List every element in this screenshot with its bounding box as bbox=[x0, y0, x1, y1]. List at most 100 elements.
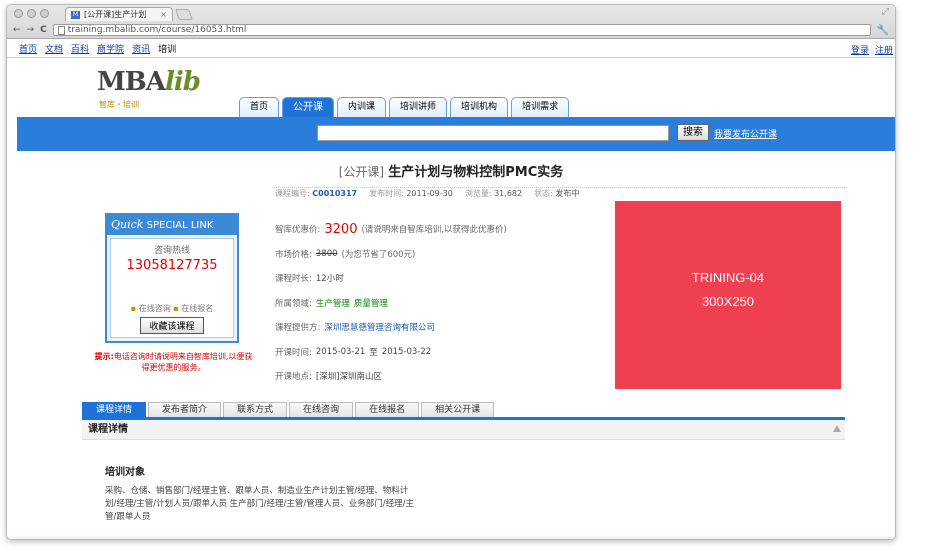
duration-label: 课程时长: bbox=[275, 274, 312, 285]
time-end: 2015-03-22 bbox=[381, 346, 432, 357]
topnav-wiki[interactable]: 百科 bbox=[71, 42, 89, 55]
tab-demands[interactable]: 培训需求 bbox=[511, 97, 570, 117]
browser-window: M [公开课]生产计划 × ⤢ ← → C training.mbalib.co… bbox=[6, 4, 896, 540]
course-title: 生产计划与物料控制PMC实务 bbox=[388, 165, 564, 180]
field-link-production[interactable]: 生产管理 bbox=[316, 297, 350, 309]
window-bottom-edge bbox=[7, 534, 895, 539]
ad-banner[interactable]: TRINING-04 300X250 bbox=[615, 201, 841, 389]
course-code: C0010317 bbox=[312, 189, 358, 198]
date-label: 发布时间: bbox=[369, 189, 404, 198]
online-signup-link[interactable]: 在线报名 bbox=[181, 304, 213, 313]
register-link[interactable]: 注册 bbox=[875, 43, 893, 56]
bullet-icon: ▪ bbox=[130, 304, 137, 313]
logo-sub: 智库・培训 bbox=[99, 100, 139, 109]
collect-course-button[interactable]: 收藏该课程 bbox=[140, 317, 204, 334]
market-price: 3800 bbox=[315, 248, 338, 259]
price-value: 3200 bbox=[324, 221, 358, 237]
fullscreen-icon[interactable]: ⤢ bbox=[882, 7, 889, 17]
tab-institutions[interactable]: 培训机构 bbox=[450, 97, 509, 117]
place-label: 开课地点: bbox=[275, 372, 312, 383]
tab-internal-course[interactable]: 内训课 bbox=[337, 97, 387, 117]
back-icon[interactable]: ← bbox=[13, 25, 21, 35]
code-label: 课程编号: bbox=[275, 189, 310, 198]
ad-line-2: 300X250 bbox=[701, 294, 755, 309]
quick-links: ▪ 在线咨询 ▪ 在线报名 bbox=[111, 303, 233, 314]
wrench-icon[interactable]: 🔧 bbox=[877, 25, 889, 36]
minimize-window-button[interactable] bbox=[27, 9, 36, 18]
login-link[interactable]: 登录 bbox=[851, 43, 869, 56]
topnav-school[interactable]: 商学院 bbox=[97, 42, 124, 55]
tab-course-detail[interactable]: 课程详情 bbox=[82, 402, 147, 417]
search-bar: 搜索 我要发布公开课 bbox=[17, 117, 895, 151]
bullet-icon: ▪ bbox=[173, 304, 179, 313]
publish-date: 2011-09-30 bbox=[406, 189, 453, 198]
address-text: training.mbalib.com/course/16053.html bbox=[67, 25, 247, 35]
page-icon bbox=[57, 25, 65, 35]
price-label: 智库优惠价: bbox=[275, 225, 321, 236]
reload-icon[interactable]: C bbox=[40, 25, 47, 35]
time-start: 2015-03-21 bbox=[315, 346, 366, 357]
back-to-top-icon[interactable] bbox=[833, 425, 841, 432]
maximize-window-button[interactable] bbox=[40, 9, 49, 18]
forward-icon[interactable]: → bbox=[27, 25, 35, 35]
close-window-button[interactable] bbox=[14, 9, 23, 18]
hotline-label: 咨询热线 bbox=[153, 246, 190, 256]
tip-text: 电话咨询时请说明来自智库培训,以便获得更优惠的服务。 bbox=[113, 352, 253, 372]
search-input[interactable] bbox=[317, 125, 669, 141]
topnav-home[interactable]: 首页 bbox=[19, 42, 37, 55]
new-tab-button[interactable] bbox=[174, 9, 194, 20]
quick-link-body: 咨询热线 13058127735 ▪ 在线咨询 ▪ 在线报名 收藏该课程 bbox=[110, 238, 234, 338]
topnav-news[interactable]: 资讯 bbox=[132, 42, 150, 55]
main-nav: 首页 公开课 内训课 培训讲师 培训机构 培训需求 bbox=[239, 97, 570, 117]
course-info: 智库优惠价: 3200 (请说明来自智库培训,以获得此优惠价) 市场价格: 38… bbox=[275, 217, 615, 389]
provider-link[interactable]: 深圳思慧德管理咨询有限公司 bbox=[324, 321, 435, 333]
tab-related-courses[interactable]: 相关公开课 bbox=[421, 402, 495, 417]
address-bar[interactable]: training.mbalib.com/course/16053.html bbox=[52, 24, 871, 36]
logo-accent: lib bbox=[164, 67, 201, 97]
tab-home[interactable]: 首页 bbox=[239, 97, 280, 117]
quick-link-box: Quick SPECIAL LINK 咨询热线 13058127735 ▪ 在线… bbox=[105, 213, 239, 343]
tab-close-icon[interactable]: × bbox=[160, 10, 167, 19]
tab-publisher-intro[interactable]: 发布者简介 bbox=[148, 402, 222, 417]
tab-lecturers[interactable]: 培训讲师 bbox=[389, 97, 448, 117]
topnav-docs[interactable]: 文档 bbox=[45, 42, 63, 55]
info-row-duration: 课程时长: 12小时 bbox=[275, 266, 615, 291]
quick-link-header: Quick SPECIAL LINK bbox=[107, 215, 237, 235]
online-consult-link[interactable]: 在线咨询 bbox=[139, 304, 171, 313]
info-row-provider: 课程提供方: 深圳思慧德管理咨询有限公司 bbox=[275, 315, 615, 340]
tab-title: [公开课]生产计划 bbox=[84, 10, 147, 19]
field-label: 所属领域: bbox=[275, 298, 312, 309]
target-audience-text: 采购、仓储、销售部门/经理主管、跟单人员、制造业生产计划主管/经理、物料计划/经… bbox=[105, 486, 414, 522]
page-title: [公开课] 生产计划与物料控制PMC实务 bbox=[7, 161, 895, 180]
info-row-field: 所属领域: 生产管理 质量管理 bbox=[275, 291, 615, 316]
detail-tabs: 课程详情 发布者简介 联系方式 在线咨询 在线报名 相关公开课 bbox=[82, 402, 495, 417]
time-label: 开课时间: bbox=[275, 347, 312, 358]
ad-line-1: TRINING-04 bbox=[691, 270, 765, 285]
tab-online-consult[interactable]: 在线咨询 bbox=[289, 402, 354, 417]
site-logo[interactable]: MBAlib 智库・培训 bbox=[97, 67, 227, 109]
info-row-time: 开课时间: 2015-03-21 至 2015-03-22 bbox=[275, 340, 615, 365]
tab-public-course[interactable]: 公开课 bbox=[282, 97, 335, 117]
browser-tab[interactable]: M [公开课]生产计划 × bbox=[65, 7, 173, 21]
provider-label: 课程提供方: bbox=[275, 323, 321, 334]
browser-chrome: M [公开课]生产计划 × ⤢ ← → C training.mbalib.co… bbox=[7, 5, 895, 39]
tab-online-signup[interactable]: 在线报名 bbox=[355, 402, 420, 417]
views-label: 浏览量: bbox=[464, 189, 492, 198]
tab-contact[interactable]: 联系方式 bbox=[223, 402, 288, 417]
detail-header: 课程详情 bbox=[82, 420, 845, 440]
market-label: 市场价格: bbox=[275, 249, 312, 260]
logo-main: MBA bbox=[97, 67, 166, 97]
publish-course-link[interactable]: 我要发布公开课 bbox=[714, 127, 777, 140]
view-count: 31,682 bbox=[494, 189, 523, 198]
site-top-nav: 首页 文档 百科 商学院 资讯 培训 登录 注册 bbox=[7, 40, 895, 58]
search-button[interactable]: 搜索 bbox=[677, 124, 709, 141]
info-row-price: 智库优惠价: 3200 (请说明来自智库培训,以获得此优惠价) bbox=[275, 217, 615, 242]
market-note: (为您节省了600元) bbox=[341, 249, 416, 260]
hotline-phone: 13058127735 bbox=[126, 258, 218, 273]
duration-value: 12小时 bbox=[315, 274, 344, 285]
price-note: (请说明来自智库培训,以获得此优惠价) bbox=[361, 225, 507, 236]
field-link-quality[interactable]: 质量管理 bbox=[354, 297, 388, 309]
quick-label: Quick bbox=[111, 218, 144, 231]
tip-label: 提示: bbox=[94, 352, 114, 361]
time-to: 至 bbox=[369, 347, 378, 358]
